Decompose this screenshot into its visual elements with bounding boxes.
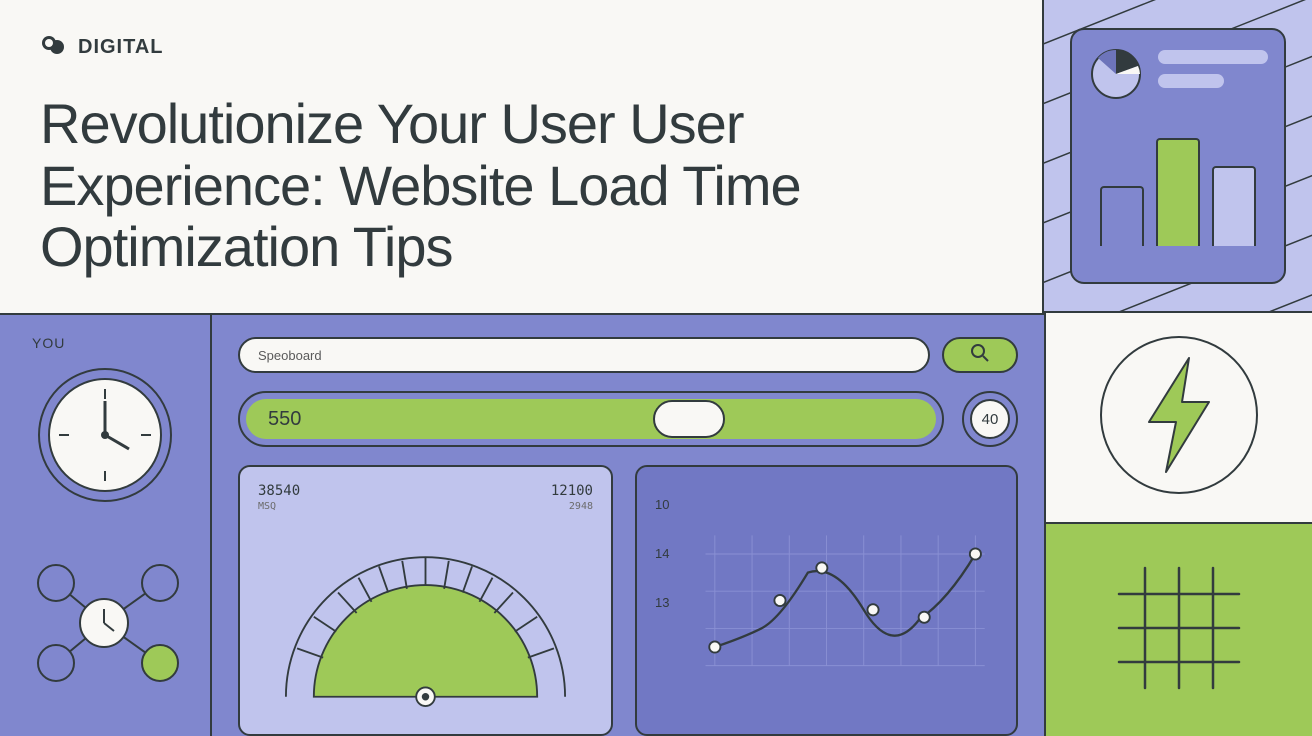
gauge-bl: MSQ bbox=[258, 501, 276, 512]
pie-chart-icon bbox=[1088, 46, 1144, 102]
card-bars bbox=[1088, 126, 1268, 246]
slider-value: 550 bbox=[268, 408, 301, 431]
clock-icon bbox=[31, 361, 179, 509]
search-input[interactable]: Speoboard bbox=[238, 337, 930, 373]
bolt-tile bbox=[1044, 313, 1312, 524]
search-placeholder: Speoboard bbox=[258, 348, 322, 363]
analytics-tile bbox=[1044, 0, 1312, 313]
gauge-tl: 38540 bbox=[258, 483, 300, 499]
page-title: Revolutionize Your User User Experience:… bbox=[40, 93, 1002, 278]
analytics-card bbox=[1070, 28, 1286, 284]
grid-icon bbox=[1109, 558, 1249, 703]
line-chart-icon bbox=[659, 483, 994, 718]
network-icon bbox=[20, 553, 190, 693]
gauge-tr: 12100 bbox=[551, 483, 593, 499]
brand-logo-icon bbox=[40, 32, 66, 63]
line-chart-panel: 10 14 13 bbox=[635, 465, 1018, 736]
brand-name: DIGITAL bbox=[78, 36, 164, 59]
brand: DIGITAL bbox=[40, 32, 1002, 63]
you-label: YOU bbox=[32, 335, 65, 351]
slider[interactable]: 550 bbox=[238, 391, 944, 447]
slider-thumb[interactable] bbox=[653, 400, 725, 438]
lightning-icon bbox=[1094, 330, 1264, 505]
slider-side-value: 40 bbox=[962, 391, 1018, 447]
you-panel: YOU bbox=[0, 315, 212, 736]
card-lines bbox=[1158, 50, 1268, 88]
dashboard: Speoboard 550 bbox=[212, 315, 1044, 736]
gauge-br: 2948 bbox=[569, 501, 593, 512]
search-icon bbox=[970, 343, 990, 368]
gauge-icon bbox=[258, 518, 593, 708]
search-button[interactable] bbox=[942, 337, 1018, 373]
grid-tile bbox=[1044, 524, 1312, 736]
gauge-panel: 38540 12100 MSQ 2948 bbox=[238, 465, 613, 736]
header: DIGITAL Revolutionize Your User User Exp… bbox=[0, 0, 1044, 313]
chart-y-axis: 10 14 13 bbox=[655, 497, 669, 610]
